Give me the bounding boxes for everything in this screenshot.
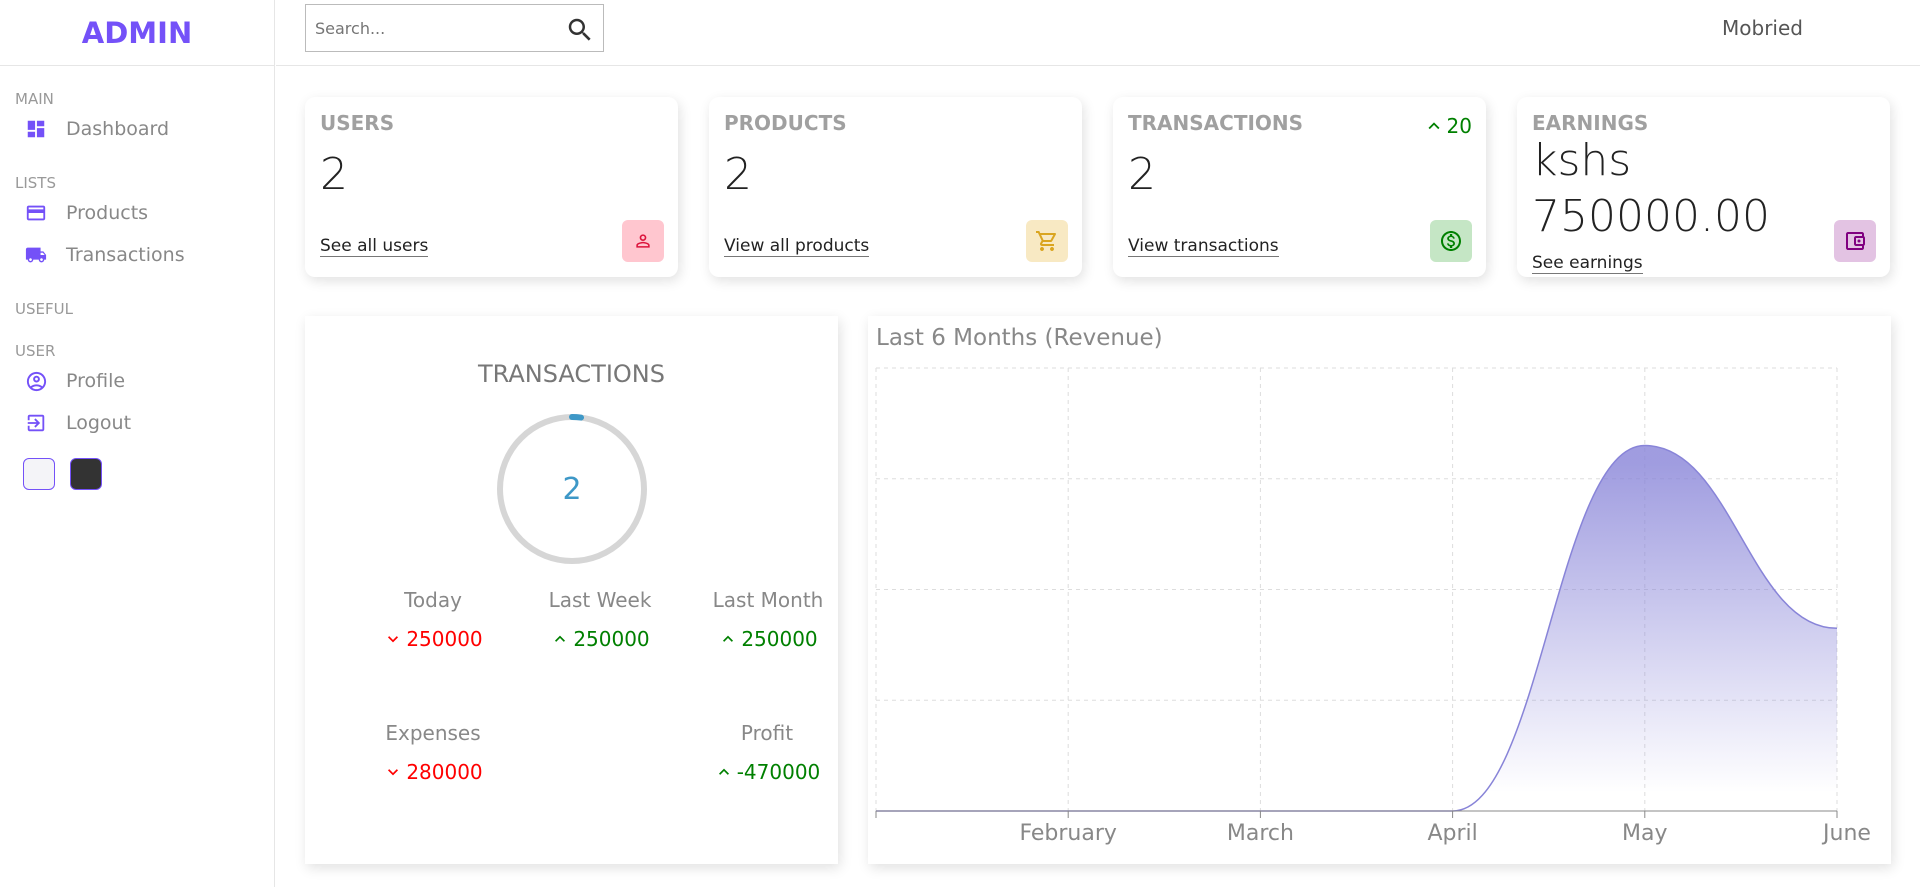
stat-amount: 250000 — [741, 627, 818, 651]
widget-products: PRODUCTS 2 View all products — [709, 97, 1082, 277]
logo[interactable]: ADMIN — [82, 16, 192, 50]
sidebar-item-profile[interactable]: Profile — [0, 360, 274, 402]
revenue-area-chart: February March April May June — [875, 367, 1871, 846]
widget-title: USERS — [320, 111, 395, 135]
section-title-main: MAIN — [15, 90, 54, 108]
widget-title: TRANSACTIONS — [1128, 111, 1304, 135]
search-input[interactable] — [315, 18, 555, 38]
widget-transactions: TRANSACTIONS 20 2 View transactions — [1113, 97, 1486, 277]
sidebar-item-products[interactable]: Products — [0, 192, 274, 234]
featured-title: TRANSACTIONS — [478, 360, 665, 388]
chevron-up-icon — [718, 629, 738, 649]
revenue-chart-panel: February March April May June Last 6 Months … — [868, 316, 1891, 864]
sidebar-item-label: Profile — [66, 370, 126, 392]
truck-icon — [24, 243, 48, 267]
search-icon[interactable] — [565, 15, 595, 49]
widget-counter: 750000.00 — [1532, 191, 1770, 242]
chevron-up-icon — [550, 629, 570, 649]
x-tick-label: February — [1019, 821, 1117, 846]
stat-value: 250000 — [698, 627, 838, 651]
stat-label: Last Month — [712, 588, 824, 612]
stat-value: 280000 — [363, 760, 503, 784]
stat-label: Today — [404, 588, 462, 612]
widget-percentage: 20 — [1423, 114, 1472, 138]
see-earnings-link[interactable]: See earnings — [1532, 253, 1643, 274]
revenue-area — [876, 445, 1837, 811]
stat-amount: -470000 — [736, 760, 821, 784]
widget-users: USERS 2 See all users — [305, 97, 678, 277]
stat-amount: 280000 — [406, 760, 483, 784]
stat-value: 250000 — [363, 627, 503, 651]
x-tick-label: May — [1622, 821, 1667, 846]
chevron-up-icon — [1423, 115, 1445, 137]
stat-last-week: Last Week 250000 — [530, 588, 670, 651]
x-tick-label: April — [1427, 821, 1477, 846]
dashboard-icon — [24, 117, 48, 141]
widget-counter: 2 — [320, 149, 348, 200]
stat-profit: Profit -470000 — [687, 721, 847, 784]
x-tick-label: March — [1227, 821, 1294, 846]
dark-theme-option[interactable] — [70, 458, 102, 490]
sidebar-item-dashboard[interactable]: Dashboard — [0, 108, 274, 150]
section-title-useful: USEFUL — [15, 300, 73, 318]
logo-container: ADMIN — [0, 0, 274, 66]
widget-counter: 2 — [1128, 149, 1156, 200]
stat-label: Expenses — [385, 721, 481, 745]
sidebar: ADMIN MAIN Dashboard LISTS Products Tran… — [0, 0, 275, 887]
chevron-down-icon — [383, 762, 403, 782]
credit-card-icon — [24, 201, 48, 225]
widget-title: PRODUCTS — [724, 111, 847, 135]
person-outline-icon — [622, 220, 664, 262]
x-tick-label: June — [1821, 821, 1871, 846]
widget-earnings: EARNINGS kshs 750000.00 See earnings — [1517, 97, 1890, 277]
dollar-circle-icon — [1430, 220, 1472, 262]
sidebar-item-label: Transactions — [66, 244, 185, 266]
exit-icon — [24, 411, 48, 435]
section-title-user: USER — [15, 342, 56, 360]
shopping-cart-icon — [1026, 220, 1068, 262]
wallet-icon — [1834, 220, 1876, 262]
chart-title: Last 6 Months (Revenue) — [876, 325, 1163, 351]
sidebar-item-transactions[interactable]: Transactions — [0, 234, 274, 276]
stat-value: -470000 — [687, 760, 847, 784]
navbar: Mobried — [276, 0, 1920, 66]
stat-label: Last Week — [548, 588, 652, 612]
sidebar-item-label: Products — [66, 202, 149, 224]
user-name[interactable]: Mobried — [1722, 16, 1803, 40]
stat-last-month: Last Month 250000 — [698, 588, 838, 651]
featured-panel: TRANSACTIONS 2 Today 250000 Last Week 25… — [305, 316, 838, 864]
progress-value: 2 — [562, 471, 582, 507]
stat-expenses: Expenses 280000 — [363, 721, 503, 784]
stat-label: Profit — [740, 721, 794, 745]
search-box — [305, 4, 604, 52]
sidebar-item-label: Dashboard — [66, 118, 170, 140]
view-transactions-link[interactable]: View transactions — [1128, 236, 1279, 257]
account-circle-icon — [24, 369, 48, 393]
chevron-down-icon — [383, 629, 403, 649]
widget-counter-currency: kshs — [1532, 135, 1632, 186]
widget-counter: 2 — [724, 149, 752, 200]
theme-switcher — [23, 458, 274, 490]
light-theme-option[interactable] — [23, 458, 55, 490]
stat-amount: 250000 — [406, 627, 483, 651]
widget-percentage-value: 20 — [1446, 114, 1472, 138]
stat-amount: 250000 — [573, 627, 650, 651]
stat-today: Today 250000 — [363, 588, 503, 651]
see-all-users-link[interactable]: See all users — [320, 236, 429, 257]
section-title-lists: LISTS — [15, 174, 56, 192]
chevron-up-icon — [714, 762, 734, 782]
widget-title: EARNINGS — [1532, 111, 1649, 135]
sidebar-item-logout[interactable]: Logout — [0, 402, 274, 444]
view-all-products-link[interactable]: View all products — [724, 236, 870, 257]
sidebar-item-label: Logout — [66, 412, 132, 434]
stat-value: 250000 — [530, 627, 670, 651]
